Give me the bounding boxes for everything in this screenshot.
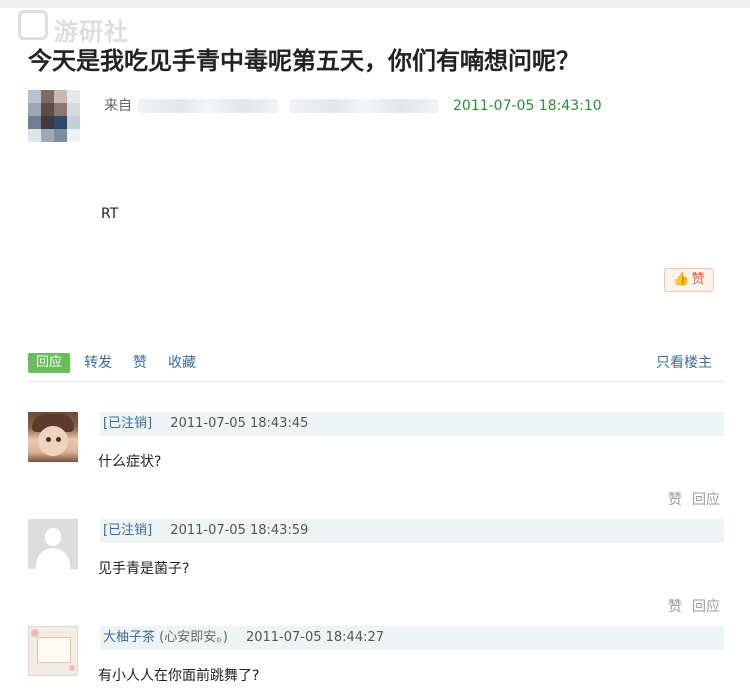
comment-time: 2011-07-05 18:43:59 bbox=[170, 523, 309, 538]
comment-header: [已注销] 2011-07-05 18:43:59 bbox=[100, 519, 724, 543]
post-time: 2011-07-05 18:43:10 bbox=[453, 98, 602, 114]
comment-time: 2011-07-05 18:44:27 bbox=[245, 630, 385, 645]
commenter-avatar[interactable] bbox=[28, 626, 78, 676]
commenter-avatar[interactable] bbox=[28, 412, 78, 462]
thumbs-up-icon: 👍 bbox=[673, 272, 690, 287]
reply-button[interactable]: 回应 bbox=[28, 353, 70, 373]
op-meta: 来自 bbox=[104, 96, 439, 116]
blurred-group[interactable] bbox=[288, 99, 439, 113]
action-bar: 回应 转发 赞 收藏 只看楼主 bbox=[28, 353, 724, 375]
post-body: RT bbox=[101, 206, 119, 222]
op-avatar[interactable] bbox=[28, 90, 80, 142]
forward-link[interactable]: 转发 bbox=[84, 353, 112, 373]
blurred-username[interactable] bbox=[138, 99, 279, 113]
from-label: 来自 bbox=[104, 98, 132, 114]
comment-header: 大柚子茶 (心安即安。) 2011-07-05 18:44:27 bbox=[100, 626, 724, 650]
watermark-icon bbox=[18, 10, 48, 40]
commenter-name[interactable]: 大柚子茶 bbox=[103, 630, 155, 645]
only-op-link[interactable]: 只看楼主 bbox=[656, 353, 712, 373]
comment-reply-link[interactable]: 回应 bbox=[692, 492, 720, 508]
like-button[interactable]: 👍 赞 bbox=[664, 268, 714, 292]
watermark-logo: 游研社 bbox=[18, 10, 138, 46]
collect-link[interactable]: 收藏 bbox=[168, 353, 196, 373]
comment-header: [已注销] 2011-07-05 18:43:45 bbox=[100, 412, 724, 436]
comment-like-link[interactable]: 赞 bbox=[668, 599, 682, 615]
commenter-name[interactable]: [已注销] bbox=[103, 523, 152, 538]
commenter-name[interactable]: [已注销] bbox=[103, 416, 152, 431]
comment-text: 见手青是菌子? bbox=[98, 561, 190, 577]
comment-text: 什么症状? bbox=[98, 454, 162, 470]
comment-actions: 赞回应 bbox=[658, 490, 720, 510]
like-link[interactable]: 赞 bbox=[133, 353, 147, 373]
watermark-text: 游研社 bbox=[54, 18, 129, 46]
commenter-signature: (心安即安。) bbox=[159, 630, 228, 645]
comment-text: 有小人人在你面前跳舞了? bbox=[98, 668, 260, 684]
comment-actions: 赞回应 bbox=[658, 597, 720, 617]
comment-time: 2011-07-05 18:43:45 bbox=[170, 416, 309, 431]
comment-reply-link[interactable]: 回应 bbox=[692, 599, 720, 615]
divider bbox=[28, 381, 724, 382]
post-title: 今天是我吃见手青中毒呢第五天，你们有喃想问呢？ bbox=[28, 47, 580, 75]
default-avatar-icon[interactable] bbox=[28, 519, 78, 569]
comment-like-link[interactable]: 赞 bbox=[668, 492, 682, 508]
like-button-label: 赞 bbox=[691, 272, 705, 287]
top-strip bbox=[0, 0, 750, 8]
